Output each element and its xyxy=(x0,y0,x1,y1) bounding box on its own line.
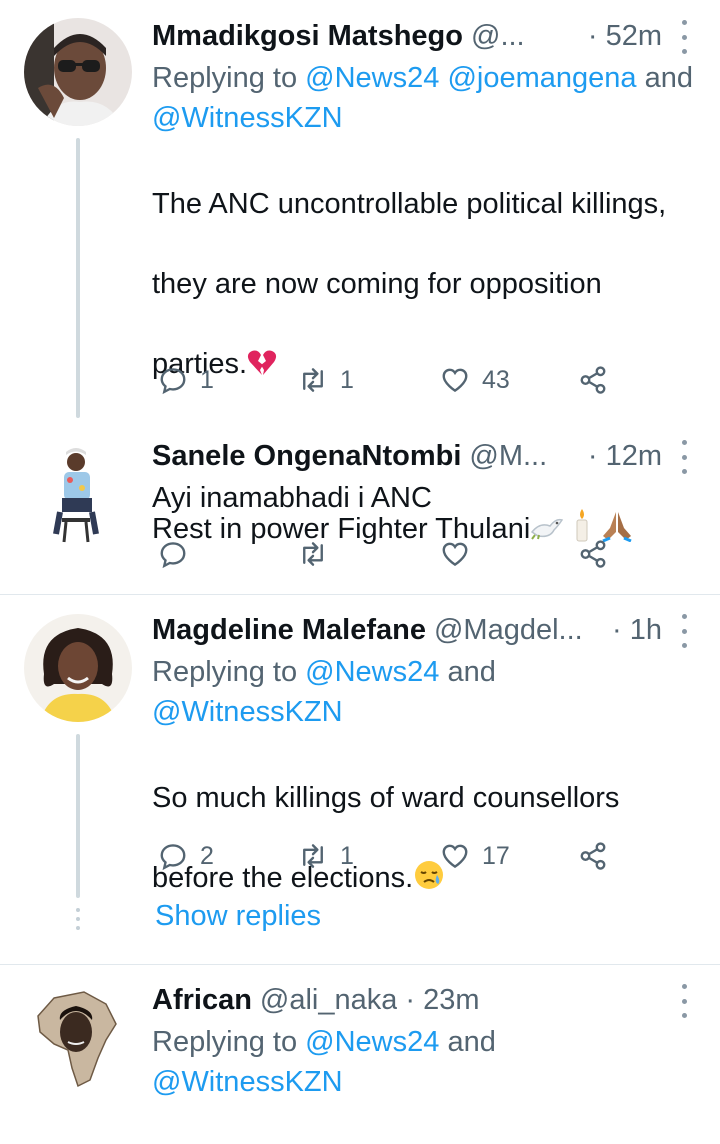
tweet-header: Mmadikgosi Matshego @... · 52m xyxy=(152,14,696,58)
retweet-count: 1 xyxy=(340,841,354,870)
retweet-button[interactable]: 1 xyxy=(298,360,354,400)
mention-news24[interactable]: @News24 xyxy=(305,1026,439,1058)
retweet-count: 1 xyxy=(340,365,354,394)
tweet-header: Magdeline Malefane @Magdel... · 1h xyxy=(152,608,696,652)
user-handle[interactable]: @ali_naka xyxy=(260,984,397,1017)
tweet-2[interactable]: Sanele OngenaNtombi @M... · 12m Ayi inam… xyxy=(0,428,720,594)
thread-line xyxy=(76,734,80,898)
display-name[interactable]: African xyxy=(152,984,252,1017)
tweet-actions: 1 1 43 xyxy=(152,360,632,400)
share-icon xyxy=(580,842,606,870)
mention-news24[interactable]: @News24 xyxy=(305,62,439,94)
like-button[interactable]: 43 xyxy=(440,360,510,400)
share-button[interactable] xyxy=(578,836,608,876)
replying-to: Replying to @News24 @joemangena and @Wit… xyxy=(152,58,702,138)
mention-witnesskzn[interactable]: @WitnessKZN xyxy=(152,1066,343,1098)
like-icon xyxy=(442,368,468,393)
mention-news24[interactable]: @News24 xyxy=(305,656,439,688)
tweet-3[interactable]: Magdeline Malefane @Magdel... · 1h Reply… xyxy=(0,596,720,962)
display-name[interactable]: Mmadikgosi Matshego xyxy=(152,20,463,53)
mention-witnesskzn[interactable]: @WitnessKZN xyxy=(152,696,343,728)
like-icon xyxy=(442,844,468,869)
like-count: 43 xyxy=(482,365,510,394)
like-count: 17 xyxy=(482,841,510,870)
like-icon xyxy=(442,542,468,567)
retweet-button[interactable] xyxy=(298,534,340,574)
tweet-1[interactable]: Mmadikgosi Matshego @... · 52m Replying … xyxy=(0,0,720,545)
tweet-text-line: So much killings of ward counsellors xyxy=(152,782,620,814)
tweet-actions: 2 1 17 xyxy=(152,836,632,876)
divider xyxy=(0,594,720,595)
tweet-text-line: they are now coming for opposition xyxy=(152,268,602,300)
replying-to: Replying to @News24 and @WitnessKZN xyxy=(152,652,702,732)
user-handle[interactable]: @... xyxy=(471,20,525,53)
reply-icon xyxy=(160,542,186,569)
more-icon[interactable] xyxy=(672,614,696,648)
mention-joemangena[interactable]: @joemangena xyxy=(447,62,636,94)
reply-button[interactable]: 1 xyxy=(158,360,214,400)
replying-label: Replying to xyxy=(152,1026,298,1058)
tweet-text xyxy=(152,1108,707,1144)
like-button[interactable] xyxy=(440,534,482,574)
more-icon[interactable] xyxy=(672,440,696,474)
like-button[interactable]: 17 xyxy=(440,836,510,876)
avatar[interactable] xyxy=(24,438,132,546)
replying-to: Replying to @News24 and @WitnessKZN xyxy=(152,1022,702,1102)
display-name[interactable]: Sanele OngenaNtombi xyxy=(152,440,461,473)
reply-icon xyxy=(160,844,186,871)
tweet-4[interactable]: African @ali_naka · 23m Replying to @New… xyxy=(0,966,720,1144)
retweet-button[interactable]: 1 xyxy=(298,836,354,876)
and-label: and xyxy=(644,62,693,94)
reply-icon xyxy=(160,368,186,395)
retweet-icon xyxy=(303,844,323,868)
tweet-text-line: The ANC uncontrollable political killing… xyxy=(152,188,667,220)
avatar[interactable] xyxy=(24,984,132,1092)
reply-count: 2 xyxy=(200,841,214,870)
display-name[interactable]: Magdeline Malefane xyxy=(152,614,426,647)
thread-dots-icon xyxy=(76,908,80,930)
more-icon[interactable] xyxy=(672,984,696,1018)
retweet-icon xyxy=(303,542,323,566)
share-icon xyxy=(580,540,606,568)
share-button[interactable] xyxy=(578,360,608,400)
tweet-text: Ayi inamabhadi i ANC xyxy=(152,482,432,514)
mention-witnesskzn[interactable]: @WitnessKZN xyxy=(152,102,343,134)
show-replies-link[interactable]: Show replies xyxy=(155,900,321,933)
user-handle[interactable]: @Magdel... xyxy=(434,614,583,647)
tweet-header: Sanele OngenaNtombi @M... · 12m xyxy=(152,434,696,478)
share-icon xyxy=(580,366,606,394)
reply-button[interactable]: 2 xyxy=(158,836,214,876)
tweet-header: African @ali_naka · 23m xyxy=(152,978,696,1022)
and-label: and xyxy=(447,1026,496,1058)
retweet-icon xyxy=(303,368,323,392)
timestamp[interactable]: · 23m xyxy=(405,984,513,1017)
and-label: and xyxy=(447,656,496,688)
avatar[interactable] xyxy=(24,614,132,722)
avatar[interactable] xyxy=(24,18,132,126)
thread-line xyxy=(76,138,80,418)
user-handle[interactable]: @M... xyxy=(469,440,547,473)
share-button[interactable] xyxy=(578,534,608,574)
more-icon[interactable] xyxy=(672,20,696,54)
reply-count: 1 xyxy=(200,365,214,394)
replying-label: Replying to xyxy=(152,656,298,688)
divider xyxy=(0,964,720,965)
reply-button[interactable] xyxy=(158,534,200,574)
replying-label: Replying to xyxy=(152,62,298,94)
tweet-actions xyxy=(152,534,632,574)
